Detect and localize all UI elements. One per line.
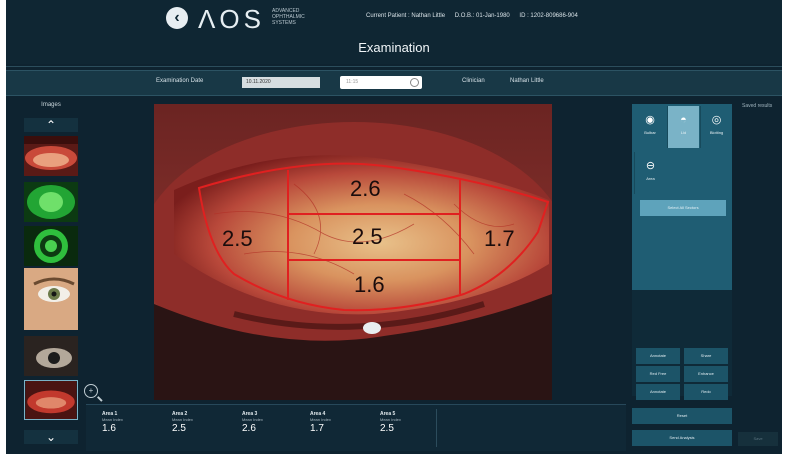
area-value-bottom: 1.6 — [354, 272, 385, 297]
thumb-meibography[interactable] — [24, 226, 78, 266]
scroll-up-chevron-up-icon[interactable]: ⌃ — [24, 118, 78, 132]
patient-name: Current Patient : Nathan Little — [366, 13, 446, 19]
fluorescein-eye-icon — [24, 182, 78, 222]
area-4-value: 1.7 — [310, 423, 324, 434]
thumb-lid[interactable] — [24, 336, 78, 376]
exam-bar: Examination Date 10.11.2020 11:15 Clinic… — [6, 70, 782, 96]
lid-icon: ◓ — [680, 114, 687, 126]
thumb-face[interactable] — [24, 268, 78, 330]
saved-results-label: Saved results — [742, 103, 773, 109]
area-value-right: 1.7 — [484, 226, 515, 251]
exam-time-placeholder: 11:15 — [346, 79, 359, 85]
select-all-sectors-button[interactable]: Select All Sectors — [640, 200, 726, 216]
tools-panel: ◉ Bulbar ◓ Lid ◎ Blotting ⊖ Area Select … — [632, 104, 732, 400]
exam-date-field[interactable]: 10.11.2020 — [242, 77, 320, 88]
area-5-block: Area 5 Mean Index 2.5 — [380, 411, 430, 434]
back-chevron-left-icon[interactable]: ‹ — [166, 7, 188, 29]
area-1-sub: Mean Index — [102, 417, 123, 422]
aos-logo: ΛOS — [198, 4, 265, 34]
logo-subtitle: ADVANCED OPHTHALMIC SYSTEMS — [272, 8, 305, 26]
area-value-center: 2.5 — [352, 224, 383, 249]
area-3-sub: Mean Index — [242, 417, 263, 422]
thumb-redness[interactable] — [24, 136, 78, 176]
area-1-block: Area 1 Mean Index 1.6 — [102, 411, 152, 434]
share-button[interactable]: Share — [684, 348, 728, 364]
patient-id: ID : 1202-809686-904 — [519, 13, 578, 19]
clinician-value: Nathan Little — [510, 78, 544, 84]
areas-divider — [436, 409, 437, 447]
tool-blotting[interactable]: ◎ Blotting — [700, 106, 732, 148]
annotate-button-2[interactable]: Annotate — [636, 384, 680, 400]
save-button[interactable]: Save — [738, 432, 778, 446]
area-indices-bar: Area 1 Mean Index 1.6 Area 2 Mean Index … — [86, 404, 626, 451]
eye-image — [154, 104, 552, 400]
app-window: ‹ ΛOS ADVANCED OPHTHALMIC SYSTEMS Curren… — [6, 0, 782, 454]
tool-bulbar[interactable]: ◉ Bulbar — [634, 106, 666, 148]
tool-area-label: Area — [646, 176, 655, 181]
patient-dob: D.O.B.: 01-Jan-1980 — [454, 13, 510, 19]
area-1-value: 1.6 — [102, 423, 116, 434]
red-free-button[interactable]: Red Free — [636, 366, 680, 382]
clinician-label: Clinician — [462, 78, 485, 84]
area-3-value: 2.6 — [242, 423, 256, 434]
area-5-value: 2.5 — [380, 423, 394, 434]
redness-eye-icon — [24, 136, 78, 176]
tool-bulbar-label: Bulbar — [644, 130, 656, 135]
area-value-left: 2.5 — [222, 226, 253, 251]
eye-image-viewer[interactable]: 2.6 2.5 2.5 1.7 1.6 — [154, 104, 552, 400]
reset-button[interactable]: Reset — [632, 408, 732, 424]
area-icon: ⊖ — [645, 160, 656, 172]
clock-icon — [410, 78, 419, 87]
thumb-fluorescein[interactable] — [24, 182, 78, 222]
images-column: Images ⌃ ⌄ — [20, 100, 82, 454]
area-2-sub: Mean Index — [172, 417, 193, 422]
exam-date-label: Examination Date — [156, 78, 204, 84]
zoom-in-icon[interactable]: + — [84, 384, 98, 398]
eye-icon: ◉ — [645, 114, 655, 126]
area-value-top: 2.6 — [350, 176, 381, 201]
redo-button[interactable]: Redo — [684, 384, 728, 400]
area-5-sub: Mean Index — [380, 417, 401, 422]
area-3-block: Area 3 Mean Index 2.6 — [242, 411, 292, 434]
target-icon: ◎ — [711, 114, 722, 126]
thumb-bulbar[interactable] — [24, 380, 78, 420]
enhance-button[interactable]: Enhance — [684, 366, 728, 382]
area-2-value: 2.5 — [172, 423, 186, 434]
images-label: Images — [41, 102, 61, 108]
area-4-sub: Mean Index — [310, 417, 331, 422]
page-title: Examination — [358, 40, 430, 55]
bulbar-photo-icon — [25, 381, 77, 419]
patient-info: Current Patient : Nathan Little D.O.B.: … — [366, 13, 586, 19]
area-4-block: Area 4 Mean Index 1.7 — [310, 411, 360, 434]
scroll-down-chevron-down-icon[interactable]: ⌄ — [24, 430, 78, 444]
exam-time-field[interactable]: 11:15 — [340, 76, 422, 89]
tool-blotting-label: Blotting — [709, 130, 724, 135]
tool-area[interactable]: ⊖ Area — [634, 152, 666, 194]
header: ‹ ΛOS ADVANCED OPHTHALMIC SYSTEMS Curren… — [6, 0, 782, 64]
tool-lid-label: Lid — [680, 130, 687, 135]
send-analysis-button[interactable]: Send Analysis — [632, 430, 732, 446]
tool-lid[interactable]: ◓ Lid — [667, 106, 699, 148]
face-photo-icon — [24, 268, 78, 330]
lid-photo-icon — [24, 336, 78, 376]
header-divider — [6, 66, 782, 67]
annotate-button[interactable]: Annotate — [636, 348, 680, 364]
meibography-eye-icon — [24, 226, 78, 266]
area-2-block: Area 2 Mean Index 2.5 — [172, 411, 222, 434]
